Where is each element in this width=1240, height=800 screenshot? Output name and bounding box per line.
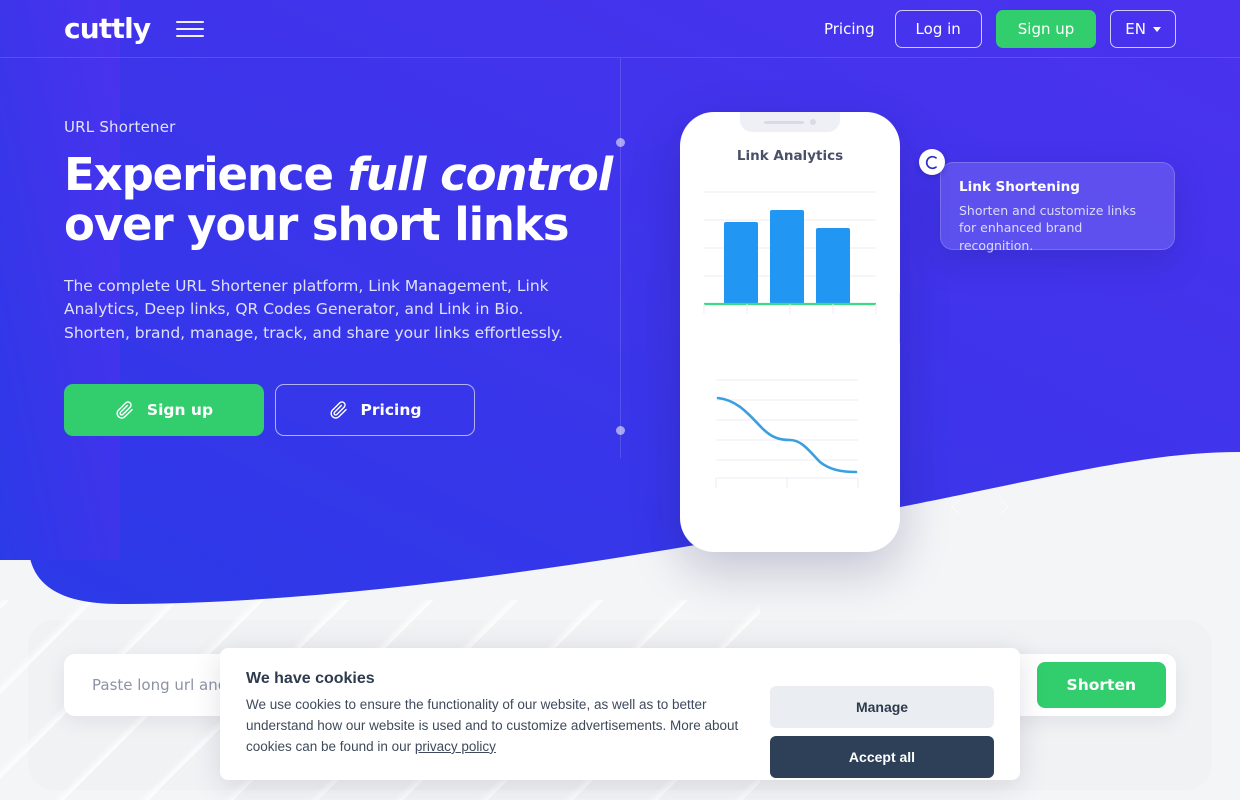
hero-pricing-label: Pricing	[360, 400, 422, 419]
bar-chart	[703, 191, 877, 314]
phone-screen-title: Link Analytics	[736, 148, 844, 164]
hero-pricing-button[interactable]: Pricing	[275, 383, 475, 436]
phone-side-button	[899, 292, 900, 344]
chevron-left-icon[interactable]	[945, 494, 967, 520]
chevron-right-icon[interactable]	[993, 494, 1015, 520]
header-actions: Pricing Log in Sign up EN	[818, 10, 1176, 48]
cookie-accept-all-button[interactable]: Accept all	[770, 736, 994, 778]
line-chart	[715, 379, 859, 488]
hamburger-menu-icon[interactable]	[176, 18, 206, 40]
feature-card-description: Shorten and customize links for enhanced…	[959, 203, 1136, 253]
feature-card-title: Link Shortening	[959, 179, 1080, 195]
login-button[interactable]: Log in	[894, 10, 982, 48]
language-selector[interactable]: EN	[1110, 10, 1176, 48]
privacy-policy-link[interactable]: privacy policy	[415, 739, 496, 754]
page-root: cuttly Pricing Log in Sign up EN URL Sho…	[0, 0, 1240, 800]
page-title: Experience full control over your short …	[64, 148, 624, 252]
cookie-text-block: We have cookies We use cookies to ensure…	[246, 670, 746, 758]
hero-signup-label: Sign up	[146, 400, 214, 419]
signup-button[interactable]: Sign up	[995, 10, 1097, 48]
site-header: cuttly Pricing Log in Sign up EN	[0, 0, 1240, 58]
shorten-button[interactable]: Shorten	[1036, 662, 1166, 708]
headline-part-2: over your short links	[64, 198, 569, 252]
phone-mockup: Link Analytics	[680, 112, 900, 552]
hero-signup-button[interactable]: Sign up	[64, 383, 264, 436]
hero-subcopy: The complete URL Shortener platform, Lin…	[64, 276, 563, 343]
scissors-cut-circle-icon	[919, 149, 945, 175]
headline-italic: full control	[347, 148, 613, 201]
cookie-banner-body: We use cookies to ensure the functionali…	[246, 695, 746, 758]
cookie-banner-title: We have cookies	[246, 670, 375, 687]
cookie-manage-button[interactable]: Manage	[770, 686, 994, 728]
phone-notch-speaker-icon	[740, 112, 840, 132]
cookie-consent-banner: We have cookies We use cookies to ensure…	[220, 648, 1020, 780]
language-label: EN	[1125, 20, 1146, 38]
headline-part-1: Experience	[64, 148, 348, 201]
cookie-action-buttons: Manage Accept all	[770, 670, 994, 778]
chevron-down-icon	[1153, 26, 1161, 32]
brand-logo[interactable]: cuttly	[64, 15, 151, 43]
nav-link-pricing[interactable]: Pricing	[818, 16, 881, 42]
paperclip-link-icon	[116, 401, 133, 419]
feature-card-link-shortening[interactable]: Link Shortening Shorten and customize li…	[919, 149, 1175, 253]
hero-cta-row: Sign up Pricing	[64, 383, 624, 436]
carousel-controls	[945, 494, 1015, 520]
hero-content: URL Shortener Experience full control ov…	[64, 118, 624, 436]
hero-eyebrow: URL Shortener	[64, 118, 176, 136]
paperclip-link-icon	[329, 401, 347, 419]
